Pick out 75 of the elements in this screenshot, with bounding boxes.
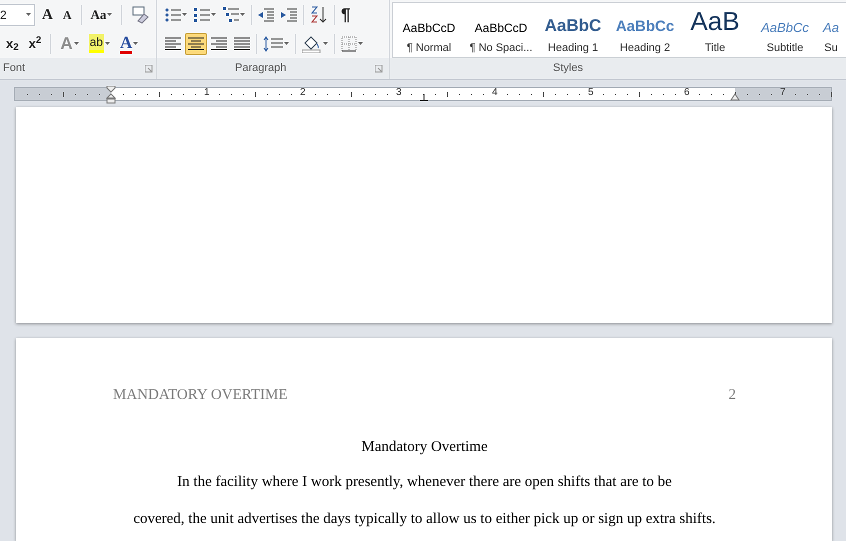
group-label: Font: [3, 61, 26, 76]
ruler-number: 4: [492, 86, 498, 98]
borders-icon: [341, 36, 357, 52]
font-size-field[interactable]: 2: [0, 4, 35, 26]
tab-stop-icon[interactable]: [420, 94, 428, 100]
subscript-button[interactable]: x$_{2}$: [3, 32, 22, 54]
style-preview: AaBbC: [544, 15, 602, 34]
style-name: Heading 1: [548, 41, 598, 56]
align-left-icon: [165, 37, 181, 50]
style-preview: AaBbCc: [761, 19, 809, 34]
paragraph-line: In the facility where I work presently, whenever there are open shifts that are to be: [177, 474, 672, 490]
style-name: Su: [824, 41, 838, 56]
caret-icon: [107, 13, 112, 16]
ruler[interactable]: 1 2 3 4 5 6 7: [14, 86, 832, 100]
style-item[interactable]: AaBbCcD ¶ Normal: [393, 3, 465, 57]
ruler-number: 6: [684, 86, 690, 98]
justify-icon: [234, 37, 250, 50]
caret-icon: [284, 42, 289, 45]
style-item[interactable]: AaBbCc Heading 2: [609, 3, 681, 57]
caret-icon: [74, 42, 79, 45]
paragraph-line: covered, the unit advertises the days typically to allow us to either pick up or sign up extra shifts.: [133, 511, 716, 527]
caret-icon: [133, 42, 138, 45]
font-color-button[interactable]: A: [116, 32, 142, 54]
style-name: Heading 2: [620, 41, 670, 56]
decrease-indent-icon: [258, 8, 274, 22]
change-case-button[interactable]: Aa: [88, 4, 116, 26]
caret-icon: [104, 42, 110, 45]
style-preview: Aa: [823, 19, 839, 34]
style-preview: AaB: [690, 5, 740, 34]
highlight-button[interactable]: ab: [86, 32, 113, 54]
style-name: ¶ No Spaci...: [470, 41, 532, 56]
style-preview: AaBbCc: [616, 17, 674, 34]
grow-font-button[interactable]: A: [39, 4, 56, 26]
eraser-icon: [131, 6, 150, 24]
caret-icon: [182, 13, 187, 16]
style-item[interactable]: AaBbCcD ¶ No Spaci...: [465, 3, 537, 57]
style-preview: AaBbCcD: [402, 20, 456, 34]
superscript-button[interactable]: x$^{2}$: [26, 32, 44, 54]
ruler-number: 7: [780, 86, 786, 98]
ruler-number: 1: [204, 86, 210, 98]
page-number: 2: [728, 386, 736, 405]
style-item[interactable]: Aa Su: [821, 3, 841, 57]
caret-icon: [240, 13, 245, 16]
bullet-list-icon: [165, 8, 181, 22]
right-indent-marker-icon[interactable]: [730, 92, 740, 100]
sort-icon: [310, 6, 328, 24]
caret-icon: [26, 13, 31, 16]
line-spacing-icon: [263, 36, 283, 52]
increase-indent-icon: [281, 8, 297, 22]
multilevel-list-icon: [223, 6, 239, 22]
style-preview: AaBbCcD: [474, 20, 528, 34]
group-label: Styles: [553, 61, 583, 76]
style-item[interactable]: AaBbC Heading 1: [537, 3, 609, 57]
style-item[interactable]: AaBbCc Subtitle: [749, 3, 821, 57]
caret-icon: [358, 42, 363, 45]
indent-marker-icon[interactable]: [106, 86, 116, 104]
style-name: Title: [704, 41, 726, 56]
style-name: ¶ Normal: [406, 41, 452, 56]
align-center-button[interactable]: [185, 32, 207, 54]
header-text: MANDATORY OVERTIME: [113, 386, 288, 405]
ruler-number: 2: [300, 86, 306, 98]
numbered-list-icon: [194, 8, 210, 22]
paint-bucket-icon: [302, 34, 322, 52]
document-title: Mandatory Overtime: [361, 438, 488, 454]
align-right-icon: [211, 37, 227, 50]
ruler-number: 5: [588, 86, 594, 98]
group-label: Paragraph: [235, 61, 286, 76]
shrink-font-button[interactable]: A: [60, 4, 75, 26]
style-item[interactable]: AaB Title: [681, 3, 749, 57]
style-name: Subtitle: [766, 41, 804, 56]
caret-icon: [211, 13, 216, 16]
caret-icon: [323, 42, 328, 45]
ruler-number: 3: [396, 86, 402, 98]
align-center-icon: [188, 37, 204, 50]
show-marks-button[interactable]: ¶: [338, 4, 354, 26]
